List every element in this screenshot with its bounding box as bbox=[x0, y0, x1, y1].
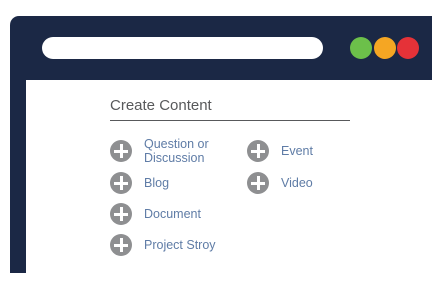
create-video-label: Video bbox=[281, 176, 313, 190]
create-document-button[interactable]: Document bbox=[110, 203, 201, 225]
create-document-label: Document bbox=[144, 207, 201, 221]
plus-circle-icon bbox=[110, 234, 132, 256]
create-question-discussion-button[interactable]: Question or Discussion bbox=[110, 137, 224, 165]
panel-title: Create Content bbox=[110, 97, 212, 114]
address-bar[interactable] bbox=[42, 37, 323, 59]
green-window-button[interactable] bbox=[350, 37, 372, 59]
create-blog-button[interactable]: Blog bbox=[110, 172, 169, 194]
create-blog-label: Blog bbox=[144, 176, 170, 190]
create-event-label: Event bbox=[281, 144, 313, 158]
create-project-story-button[interactable]: Project Stroy bbox=[110, 234, 216, 256]
plus-circle-icon bbox=[110, 140, 132, 162]
create-video-button[interactable]: Video bbox=[247, 172, 313, 194]
yellow-window-button[interactable] bbox=[374, 37, 396, 59]
create-project-story-label: Project Stroy bbox=[144, 238, 216, 252]
create-event-button[interactable]: Event bbox=[247, 140, 313, 162]
create-question-discussion-label: Question or Discussion bbox=[144, 137, 209, 165]
red-window-button[interactable] bbox=[397, 37, 419, 59]
plus-circle-icon bbox=[110, 203, 132, 225]
plus-circle-icon bbox=[247, 140, 269, 162]
plus-circle-icon bbox=[247, 172, 269, 194]
create-content-panel: Create Content Question or Discussion Bl… bbox=[26, 80, 432, 273]
plus-circle-icon bbox=[110, 172, 132, 194]
title-divider bbox=[110, 120, 350, 121]
browser-window: Create Content Question or Discussion Bl… bbox=[10, 16, 432, 273]
